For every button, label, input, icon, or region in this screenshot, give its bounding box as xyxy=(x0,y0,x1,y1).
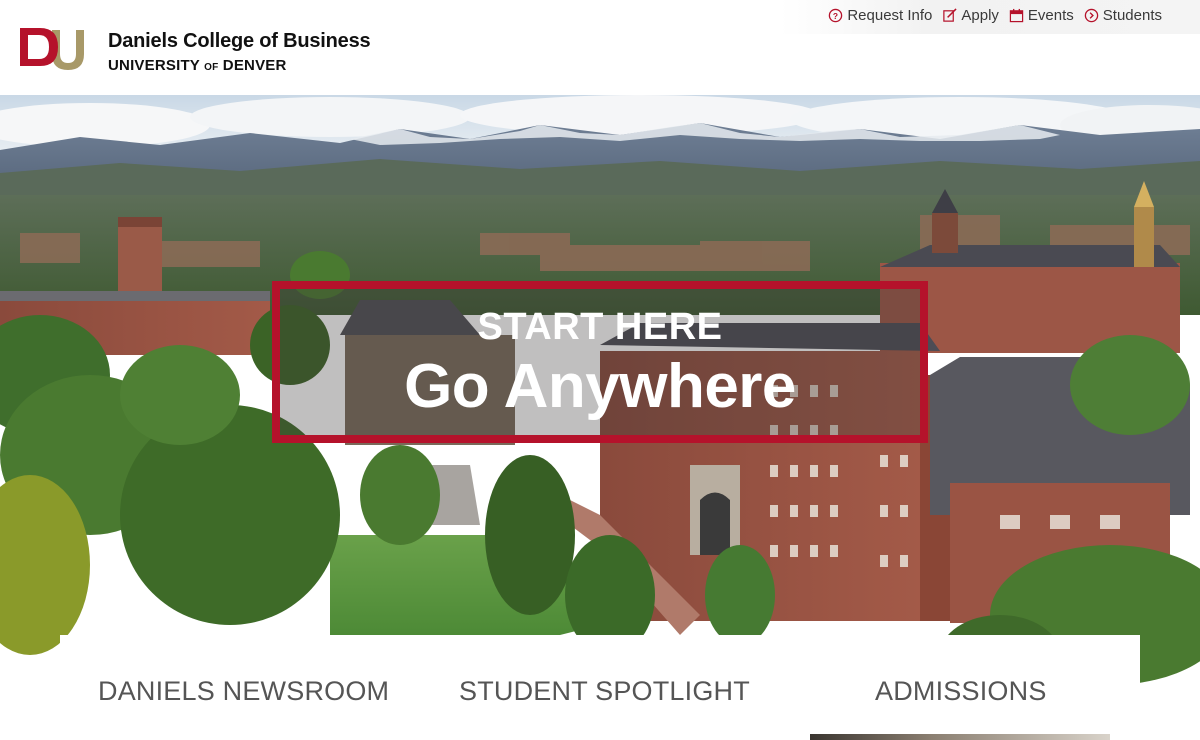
apply-link[interactable]: Apply xyxy=(942,7,999,24)
university-name: UNIVERSITY OF DENVER xyxy=(108,57,370,74)
university-denver: DENVER xyxy=(222,57,287,74)
admissions-heading-link[interactable]: ADMISSIONS xyxy=(875,676,1047,707)
college-name: Daniels College of Business xyxy=(108,30,371,52)
site-header: ? Request Info Apply Events Students Dan… xyxy=(0,0,1200,95)
newsroom-heading-link[interactable]: DANIELS NEWSROOM xyxy=(98,676,389,707)
students-label: Students xyxy=(1102,7,1162,24)
events-label: Events xyxy=(1027,7,1074,24)
events-link[interactable]: Events xyxy=(1009,7,1074,24)
chevron-right-circle-icon xyxy=(1084,8,1099,23)
university-of: OF xyxy=(204,62,219,73)
feature-sections: DANIELS NEWSROOM STUDENT SPOTLIGHT ADMIS… xyxy=(60,635,1140,709)
utility-nav: ? Request Info Apply Events Students xyxy=(828,7,1162,24)
university-word: UNIVERSITY xyxy=(108,57,200,74)
calendar-icon xyxy=(1009,8,1024,23)
hero-cta-box[interactable]: START HERE Go Anywhere xyxy=(272,281,928,443)
du-logo-icon xyxy=(20,28,84,70)
apply-label: Apply xyxy=(961,7,999,24)
admissions-card-image xyxy=(810,734,1110,740)
student-spotlight-heading-link[interactable]: STUDENT SPOTLIGHT xyxy=(459,676,750,707)
request-info-label: Request Info xyxy=(847,7,933,24)
request-info-link[interactable]: ? Request Info xyxy=(828,7,932,24)
question-circle-icon: ? xyxy=(829,8,843,23)
students-link[interactable]: Students xyxy=(1084,7,1162,24)
hero-banner: START HERE Go Anywhere xyxy=(0,95,1200,709)
hero-kicker: START HERE xyxy=(477,306,723,348)
svg-text:?: ? xyxy=(833,11,838,21)
hero-title: Go Anywhere xyxy=(404,352,796,421)
pencil-form-icon xyxy=(943,8,957,22)
home-logo-link[interactable]: Daniels College of Business UNIVERSITY O… xyxy=(18,24,371,76)
